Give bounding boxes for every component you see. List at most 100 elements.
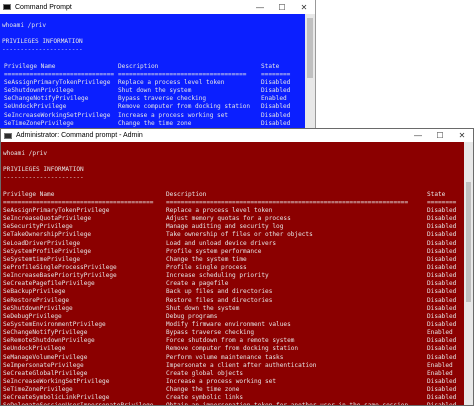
privilege-name: SeSystemtimePrivilege [3,255,81,263]
maximize-button[interactable]: ☐ [429,129,451,143]
privilege-name: SeSecurityPrivilege [3,223,73,231]
command-prompt-window[interactable]: Command Prompt — ☐ ✕ whoami /priv PRIVIL… [0,0,316,128]
privilege-row: SeChangeNotifyPrivilege Bypass traverse c… [3,329,473,337]
privilege-state: Disabled [427,272,457,280]
privilege-name: SeCreateSymbolicLinkPrivilege [3,394,110,402]
heading-rule: ---------------------- [2,46,83,54]
scrollbar-thumb[interactable] [307,18,313,78]
column-header-name: Privilege Name [4,62,56,70]
privilege-name: SeUndockPrivilege [3,345,66,353]
privilege-state: Disabled [427,263,457,271]
privilege-row: SeCreateGlobalPrivilege Create global obj… [3,370,473,378]
minimize-button[interactable]: — [407,129,429,143]
privilege-description: Perform volume maintenance tasks [166,353,284,361]
privilege-state: Disabled [261,103,291,111]
privilege-row: SeShutdownPrivilege Shut down the system D… [2,87,315,95]
minimize-button[interactable]: — [249,0,271,14]
privilege-state: Disabled [261,111,291,119]
privilege-description: Create global objects [166,369,244,377]
close-button[interactable]: ✕ [451,129,473,143]
privilege-state: Disabled [427,239,457,247]
window-title: Command Prompt [15,3,72,11]
privilege-description: Adjust memory quotas for a process [166,215,291,223]
privilege-description: Debug programs [166,312,218,320]
privilege-state: Disabled [427,280,457,288]
privilege-description: Bypass traverse checking [118,95,207,103]
maximize-button[interactable]: ☐ [271,0,293,14]
admin-command-prompt-window[interactable]: Administrator: Command prompt - Admin — … [0,128,474,406]
privilege-row: SeAssignPrimaryTokenPrivilege Replace a p… [3,207,473,215]
privilege-row: SeSystemProfilePrivilege Profile system p… [3,248,473,256]
privilege-row: SeRemoteShutdownPrivilege Force shutdown … [3,337,473,345]
privilege-description: Impersonate a client after authenticatio… [166,361,317,369]
privilege-row: SeShutdownPrivilege Shut down the system D… [3,305,473,313]
privilege-row: SeIncreaseWorkingSetPrivilege Increase a … [2,112,315,120]
scrollbar[interactable] [464,142,473,405]
privilege-name: SeShutdownPrivilege [3,304,73,312]
privilege-state: Enabled [427,369,453,377]
privilege-row: SeImpersonatePrivilege Impersonate a clie… [3,362,473,370]
privilege-name: SeAssignPrimaryTokenPrivilege [4,78,111,86]
privilege-name: SeIncreaseBasePriorityPrivilege [3,272,117,280]
privilege-description: Bypass traverse checking [166,329,255,337]
privilege-name: SeChangeNotifyPrivilege [4,95,89,103]
privilege-name: SeCreatePagefilePrivilege [3,280,95,288]
privilege-description: Modify firmware environment values [166,320,291,328]
privilege-description: Increase a process working set [118,111,229,119]
privilege-row: SeTimeZonePrivilege Change the time zone D… [3,386,473,394]
privilege-row: SeSecurityPrivilege Manage auditing and s… [3,223,473,231]
privilege-state: Enabled [427,329,453,337]
cmd-icon [3,4,11,10]
column-header-description: Description [118,62,159,70]
privilege-description: Force shutdown from a remote system [166,337,295,345]
privilege-row: SeManageVolumePrivilege Perform volume ma… [3,354,473,362]
privilege-description: Change the system time [166,255,247,263]
console-output[interactable]: whoami /priv PRIVILEGES INFORMATION ----… [1,142,473,405]
privilege-state: Disabled [427,312,457,320]
privilege-state: Disabled [427,377,457,385]
cmd-icon [4,132,12,139]
section-heading: PRIVILEGES INFORMATION [2,38,83,46]
privilege-name: SeTakeOwnershipPrivilege [3,231,92,239]
title-bar[interactable]: Administrator: Command prompt - Admin — … [1,129,473,142]
scrollbar-thumb[interactable] [466,182,471,302]
privilege-row: SeChangeNotifyPrivilege Bypass traverse c… [2,95,315,103]
console-output[interactable]: whoami /priv PRIVILEGES INFORMATION ----… [0,14,315,128]
privilege-row: SeAssignPrimaryTokenPrivilege Replace a p… [2,79,315,87]
privilege-description: Take ownership of files or other objects [166,231,313,239]
column-header-description: Description [166,190,207,198]
privilege-state: Disabled [427,247,457,255]
scrollbar[interactable] [305,14,315,128]
column-rule-state: ======== [261,70,291,78]
privilege-state: Disabled [261,78,291,86]
privilege-description: Change the time zone [118,119,192,127]
privilege-name: SeIncreaseQuotaPrivilege [3,215,92,223]
privilege-state: Enabled [261,95,287,103]
privilege-row: SeCreatePagefilePrivilege Create a pagefi… [3,280,473,288]
privilege-state: Disabled [427,345,457,353]
privilege-state: Disabled [427,223,457,231]
column-rule-description: ========================================… [166,198,409,206]
privilege-row: SeIncreaseQuotaPrivilege Adjust memory qu… [3,215,473,223]
privilege-state: Disabled [427,215,457,223]
privilege-name: SeDelegateSessionUserImpersonatePrivileg… [3,402,153,405]
heading-rule: ---------------------- [3,174,84,182]
privilege-state: Enabled [427,361,453,369]
privilege-description: Load and unload device drivers [166,239,277,247]
privilege-row: SeUndockPrivilege Remove computer from do… [3,345,473,353]
close-button[interactable]: ✕ [293,0,315,14]
column-rule-row: ============================== =========… [2,71,315,79]
privilege-description: Profile single process [166,263,247,271]
privilege-row: SeLoadDriverPrivilege Load and unload dev… [3,240,473,248]
column-rule-name: ============================== [4,70,115,78]
column-header-row: Privilege Name Description State [2,63,315,71]
privilege-row: SeTimeZonePrivilege Change the time zone D… [2,120,315,128]
privilege-state: Disabled [427,337,457,345]
privilege-name: SeTimeZonePrivilege [3,386,73,394]
command-line: whoami /priv [3,150,48,157]
privilege-description: Replace a process level token [166,206,273,214]
title-bar[interactable]: Command Prompt — ☐ ✕ [0,0,315,14]
privilege-name: SeSystemEnvironmentPrivilege [3,320,106,328]
privilege-row: SeDelegateSessionUserImpersonatePrivileg… [3,402,473,405]
command-line: whoami /priv [2,22,47,29]
